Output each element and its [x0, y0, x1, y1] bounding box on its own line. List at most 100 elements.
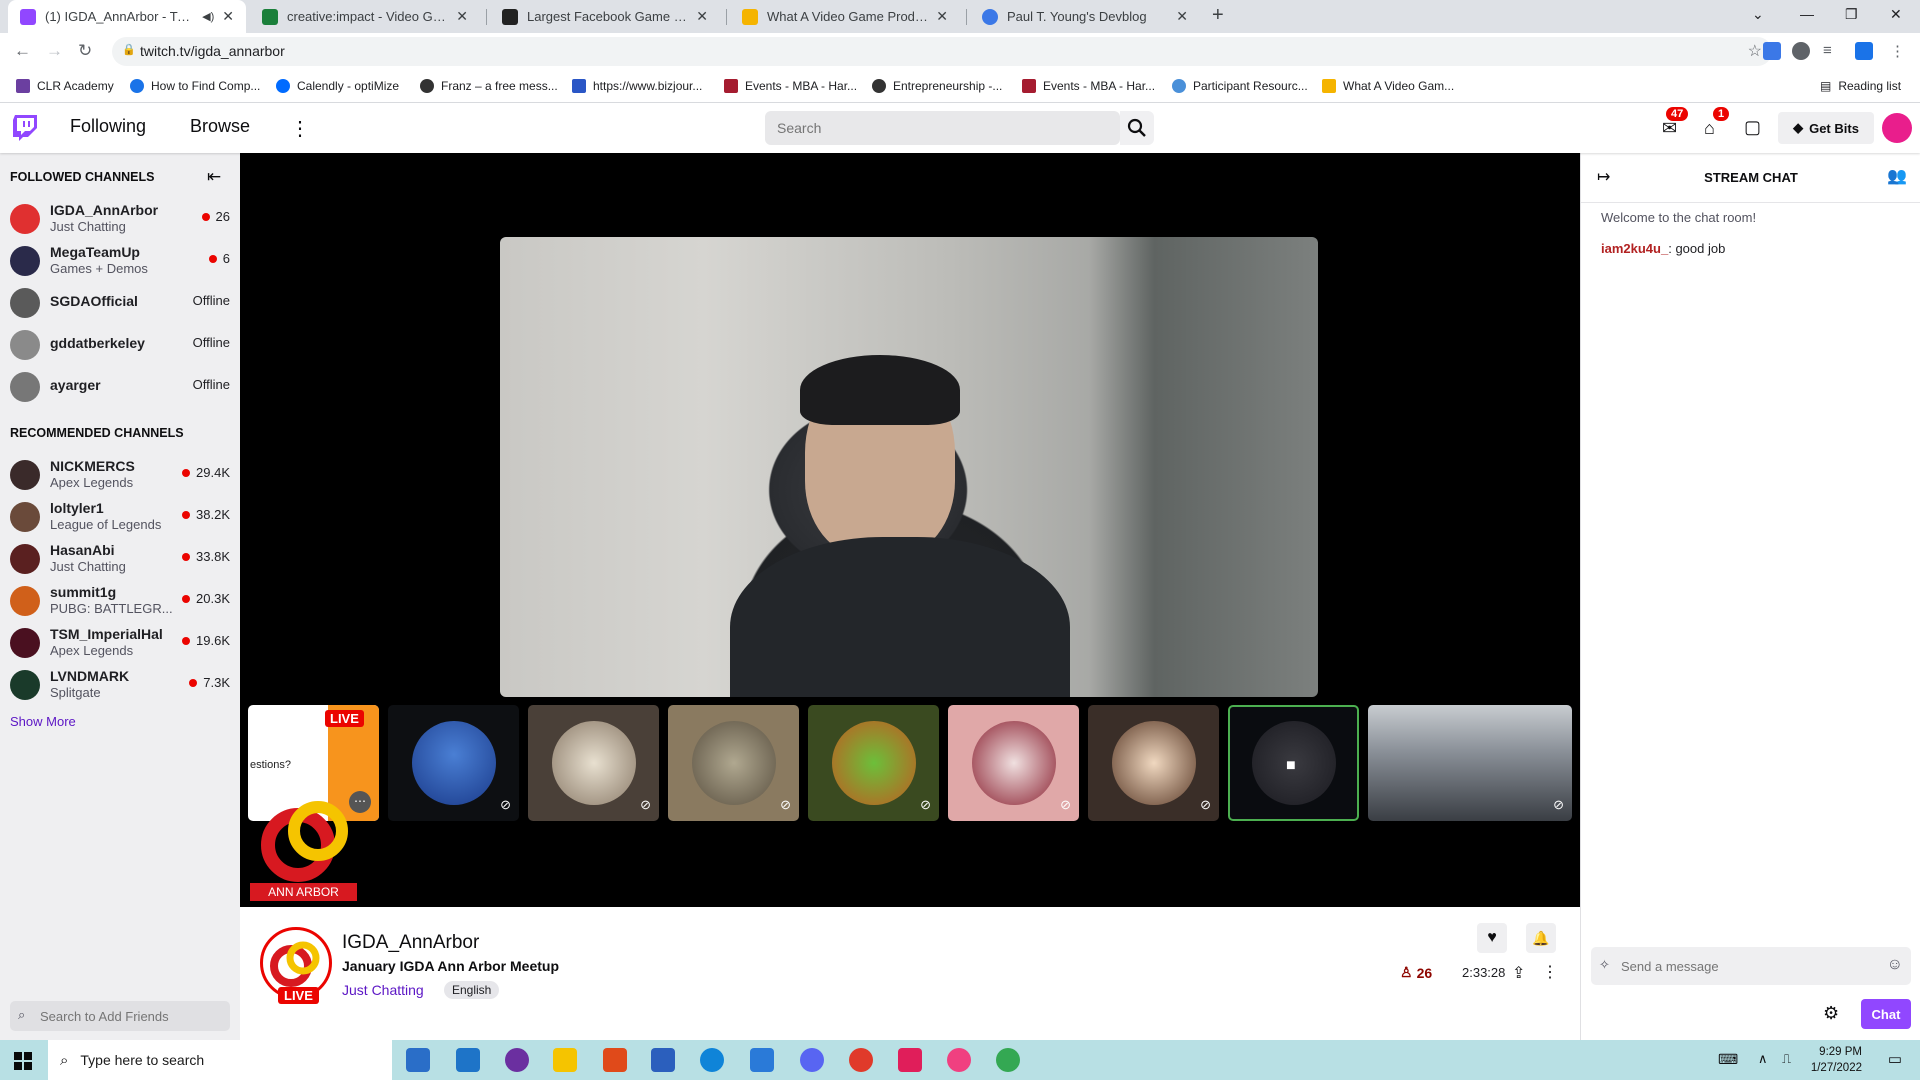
- participant-thumbnail[interactable]: ⊘: [808, 705, 939, 821]
- speaker-icon[interactable]: ◀): [202, 10, 214, 23]
- bookmark-item[interactable]: Entrepreneurship -...: [872, 79, 1002, 93]
- user-avatar[interactable]: [1882, 113, 1912, 143]
- follow-heart-icon[interactable]: ♥: [1477, 923, 1507, 953]
- inbox-icon[interactable]: ✉: [1662, 118, 1677, 139]
- media-control-icon[interactable]: ≡: [1823, 42, 1841, 60]
- taskbar-search[interactable]: ⌕ Type here to search: [48, 1040, 392, 1080]
- itunes-app-icon[interactable]: [947, 1048, 971, 1072]
- bookmark-item[interactable]: What A Video Gam...: [1322, 79, 1454, 93]
- url-bar[interactable]: 🔒 twitch.tv/igda_annarbor ☆: [112, 37, 1772, 66]
- slack-app-icon[interactable]: [898, 1048, 922, 1072]
- bookmark-item[interactable]: How to Find Comp...: [130, 79, 260, 93]
- word-app-icon[interactable]: [651, 1048, 675, 1072]
- channel-row-ayarger[interactable]: ayarger Offline: [0, 365, 240, 407]
- community-users-icon[interactable]: 👥: [1887, 166, 1907, 186]
- tab-farmtown[interactable]: Largest Facebook Game FarmTov ✕: [490, 0, 720, 33]
- reload-icon[interactable]: ↻: [78, 41, 92, 61]
- more-menu-icon[interactable]: ⋮: [290, 116, 310, 141]
- close-tab-icon[interactable]: ✕: [936, 8, 948, 25]
- channel-row-tsm_imperialhal[interactable]: TSM_ImperialHal Apex Legends 19.6K: [0, 621, 240, 663]
- share-icon[interactable]: ⇪: [1512, 963, 1525, 983]
- close-tab-icon[interactable]: ✕: [222, 8, 234, 25]
- windows-start-icon[interactable]: [14, 1052, 32, 1070]
- notification-center-icon[interactable]: ▭: [1888, 1050, 1902, 1068]
- keyboard-icon[interactable]: ⌨: [1718, 1051, 1738, 1068]
- bookmark-item[interactable]: Events - MBA - Har...: [724, 79, 857, 93]
- vscode-app-icon[interactable]: [750, 1048, 774, 1072]
- participant-thumbnail[interactable]: ⊘: [388, 705, 519, 821]
- network-icon[interactable]: ⎍: [1782, 1051, 1791, 1067]
- more-options-icon[interactable]: ⋮: [1542, 962, 1558, 982]
- chrome-app-icon[interactable]: [996, 1048, 1020, 1072]
- category-link[interactable]: Just Chatting: [342, 982, 424, 998]
- close-tab-icon[interactable]: ✕: [696, 8, 708, 25]
- bookmark-item[interactable]: Participant Resourc...: [1172, 79, 1308, 93]
- video-player[interactable]: estions? ⋯ LIVE ⊘ ⊘ ⊘ ⊘ ⊘ ⊘ ■ ⊘ ANN ARBO…: [240, 153, 1580, 907]
- nav-browse[interactable]: Browse: [190, 116, 250, 137]
- channel-row-nickmercs[interactable]: NICKMERCS Apex Legends 29.4K: [0, 453, 240, 495]
- office-app-icon[interactable]: [603, 1048, 627, 1072]
- language-tag[interactable]: English: [444, 981, 500, 999]
- channel-name[interactable]: IGDA_AnnArbor: [342, 932, 479, 954]
- audience-thumbnail[interactable]: ⊘: [1368, 705, 1572, 821]
- bookmark-star-icon[interactable]: ☆: [1748, 41, 1762, 61]
- twitch-search-input[interactable]: [765, 111, 1085, 145]
- extensions-puzzle-icon[interactable]: [1792, 42, 1810, 60]
- mail-app-icon[interactable]: [456, 1048, 480, 1072]
- participant-thumbnail[interactable]: ⊘: [668, 705, 799, 821]
- participant-thumbnail[interactable]: ⊘: [1088, 705, 1219, 821]
- show-more-link[interactable]: Show More: [10, 714, 76, 729]
- tab-video-game-producer[interactable]: What A Video Game Producer Ac ✕: [730, 0, 960, 33]
- tab-search-icon[interactable]: ⌄: [1752, 6, 1764, 23]
- minimize-icon[interactable]: —: [1800, 6, 1814, 22]
- channel-row-hasanabi[interactable]: HasanAbi Just Chatting 33.8K: [0, 537, 240, 579]
- whispers-icon[interactable]: ▢: [1744, 117, 1761, 138]
- bookmark-item[interactable]: Franz – a free mess...: [420, 79, 558, 93]
- notification-bell-icon[interactable]: 🔔: [1526, 923, 1556, 953]
- new-tab-icon[interactable]: +: [1212, 4, 1224, 27]
- channel-row-lvndmark[interactable]: LVNDMARK Splitgate 7.3K: [0, 663, 240, 705]
- nav-following[interactable]: Following: [70, 116, 146, 137]
- back-icon[interactable]: ←: [14, 41, 31, 61]
- channel-row-igda_annarbor[interactable]: IGDA_AnnArbor Just Chatting 26: [0, 197, 240, 239]
- search-button[interactable]: [1120, 111, 1154, 145]
- channel-row-loltyler1[interactable]: loltyler1 League of Legends 38.2K: [0, 495, 240, 537]
- participant-thumbnail-active[interactable]: ■: [1228, 705, 1359, 821]
- channel-row-megateamup[interactable]: MegaTeamUp Games + Demos 6: [0, 239, 240, 281]
- chat-settings-gear-icon[interactable]: ⚙: [1823, 1003, 1839, 1024]
- channel-row-sgdaofficial[interactable]: SGDAOfficial Offline: [0, 281, 240, 323]
- get-bits-button[interactable]: ◆ Get Bits: [1778, 112, 1874, 144]
- bits-sparkle-icon[interactable]: ✧: [1599, 957, 1610, 973]
- restore-icon[interactable]: ❐: [1845, 6, 1858, 23]
- app-circle-icon[interactable]: [505, 1048, 529, 1072]
- app-red-icon[interactable]: [849, 1048, 873, 1072]
- tab-devblog[interactable]: Paul T. Young's Devblog ✕: [970, 0, 1200, 33]
- edge-browser-icon[interactable]: [700, 1048, 724, 1072]
- bookmark-item[interactable]: Calendly - optiMize: [276, 79, 399, 93]
- tab-creative-impact[interactable]: creative:impact - Video Game De ✕: [250, 0, 480, 33]
- reading-list-button[interactable]: ▤ Reading list: [1820, 79, 1901, 93]
- twitch-logo-icon[interactable]: [13, 115, 37, 141]
- friends-search-input[interactable]: [40, 1001, 225, 1031]
- notifications-icon[interactable]: ⌂: [1704, 118, 1715, 139]
- close-tab-icon[interactable]: ✕: [456, 8, 468, 25]
- discord-app-icon[interactable]: [800, 1048, 824, 1072]
- file-explorer-icon[interactable]: [553, 1048, 577, 1072]
- tab-twitch[interactable]: (1) IGDA_AnnArbor - Twitch ◀) ✕: [8, 0, 246, 33]
- bookmark-item[interactable]: https://www.bizjour...: [572, 79, 702, 93]
- chrome-menu-icon[interactable]: ⋮: [1890, 42, 1908, 60]
- more-options-icon[interactable]: ⋯: [349, 791, 371, 813]
- chat-send-button[interactable]: Chat: [1861, 999, 1911, 1029]
- chat-username[interactable]: iam2ku4u_: [1601, 241, 1668, 256]
- bookmark-item[interactable]: Events - MBA - Har...: [1022, 79, 1155, 93]
- close-window-icon[interactable]: ✕: [1890, 6, 1902, 23]
- participant-thumbnail[interactable]: ⊘: [948, 705, 1079, 821]
- system-clock[interactable]: 9:29 PM 1/27/2022: [1811, 1044, 1862, 1076]
- extension-translate-icon[interactable]: [1763, 42, 1781, 60]
- emote-picker-icon[interactable]: ☺: [1887, 956, 1903, 974]
- participant-thumbnail[interactable]: ⊘: [528, 705, 659, 821]
- close-tab-icon[interactable]: ✕: [1176, 8, 1188, 25]
- chat-input[interactable]: [1621, 947, 1871, 985]
- show-hidden-icons-icon[interactable]: ∧: [1758, 1051, 1768, 1067]
- shield-extension-icon[interactable]: [1855, 42, 1873, 60]
